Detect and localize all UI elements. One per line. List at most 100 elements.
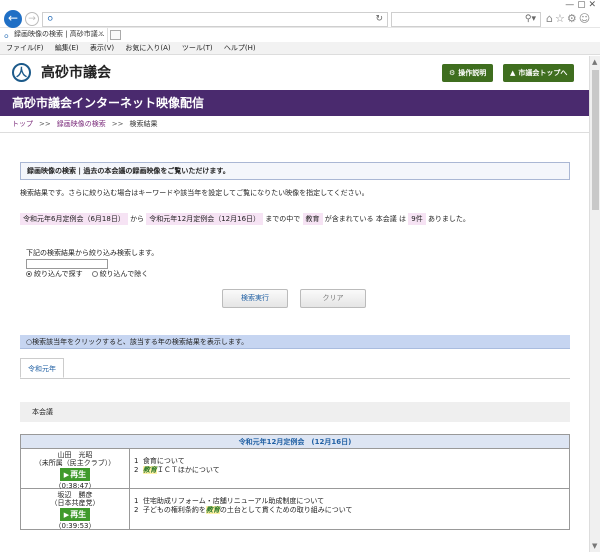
refine-options: 絞り込んで探す 絞り込んで除く — [26, 269, 148, 279]
council-top-button[interactable]: ▲ 市議会トップへ — [503, 64, 575, 82]
breadcrumb-current: 検索結果 — [129, 120, 158, 128]
speaker-cell: 坂辺 勝彦 （日本共産党） ▶再生 （0:39:53） — [21, 489, 130, 530]
forward-arrow-icon[interactable]: → — [25, 12, 39, 26]
play-icon: ▶ — [63, 471, 70, 479]
breadcrumb: トップ >> 録画映像の検索 >> 検索結果 — [0, 116, 589, 133]
council-top-button-label: 市議会トップへ — [518, 69, 568, 77]
browser-tab[interactable]: ⚪ 録画映像の検索 | 高砂市議… ✕ — [0, 28, 108, 42]
browser-search-input[interactable]: ⚲▾ — [391, 12, 541, 27]
topic-item: 2 子どもの権利条約を教育の土台として貫くための取り組みについて — [134, 506, 353, 515]
session-header[interactable]: 令和元年12月定例会 (12月16日) — [21, 435, 569, 449]
search-icon[interactable]: ⚲▾ — [525, 14, 536, 24]
radio-exclude[interactable] — [91, 271, 98, 277]
divider — [20, 378, 570, 379]
table-row: 山田 光昭 （未所属（民主クラブ）） ▶再生 （0:38:47） 1 食育につい… — [21, 449, 569, 490]
table-row: 坂辺 勝彦 （日本共産党） ▶再生 （0:39:53） 1 住宅助成リフォーム・… — [21, 489, 569, 530]
scroll-down-icon[interactable]: ▼ — [592, 542, 597, 550]
refine-label: 下記の検索結果から絞り込み検索します。 — [26, 249, 159, 257]
star-icon[interactable]: ☆ — [555, 12, 567, 25]
topic-text: ＩＣＴほかについて — [156, 466, 220, 474]
tab-reiwa1[interactable]: 令和元年 — [20, 358, 64, 378]
breadcrumb-home[interactable]: トップ — [12, 120, 33, 128]
page-banner: 高砂市議会インターネット映像配信 — [0, 90, 589, 116]
clear-button[interactable]: クリア — [300, 289, 366, 308]
video-duration: （0:39:53） — [54, 522, 96, 530]
topics-cell: 1 住宅助成リフォーム・店舗リニューアル助成制度について 2 子どもの権利条約を… — [134, 497, 353, 515]
radio-include[interactable] — [26, 271, 32, 277]
menu-edit[interactable]: 編集(E) — [55, 44, 79, 52]
menu-tools[interactable]: ツール(T) — [182, 44, 213, 52]
topic-number: 1 — [134, 457, 139, 465]
back-arrow-icon[interactable]: ← — [4, 10, 22, 28]
keyword-highlight: 教育 — [142, 466, 157, 474]
topic-item: 2 教育ＩＣＴほかについて — [134, 466, 220, 475]
smiley-icon[interactable]: ☺ — [579, 12, 592, 25]
menu-view[interactable]: 表示(V) — [90, 44, 114, 52]
close-icon[interactable]: ✕ — [98, 28, 104, 41]
gear-icon: ⚙ — [449, 69, 456, 77]
topic-number: 2 — [134, 506, 139, 514]
criteria-to-suffix: までの中で — [265, 215, 301, 223]
topic-item: 1 住宅助成リフォーム・店舗リニューアル助成制度について — [134, 497, 353, 506]
breadcrumb-separator: >> — [39, 120, 51, 128]
page-content: 高砂市議会 ⚙操作説明 ▲市議会トップへ 高砂市議会インターネット映像配信 トッ… — [0, 56, 589, 552]
criteria-keyword: 教育 — [302, 213, 323, 225]
building-icon: ▲ — [510, 69, 516, 77]
city-logo-icon[interactable] — [12, 63, 31, 82]
refine-input[interactable] — [26, 259, 108, 269]
browser-toolbar: ← → ⚪ ↻ ⚲▾ ⌂☆⚙☺ — ▢ ✕ — [0, 0, 600, 28]
breadcrumb-search[interactable]: 録画映像の検索 — [57, 120, 106, 128]
menu-bar: ファイル(F) 編集(E) 表示(V) お気に入り(A) ツール(T) ヘルプ(… — [0, 42, 600, 55]
topic-text: 食育について — [142, 457, 185, 465]
search-criteria: 令和元年6月定例会（6月18日） から 令和元年12月定例会（12月16日） ま… — [20, 212, 470, 226]
criteria-to: 令和元年12月定例会（12月16日） — [146, 213, 264, 225]
tab-strip: ⚪ 録画映像の検索 | 高砂市議… ✕ — [0, 28, 600, 42]
results-description: 検索結果です。さらに絞り込む場合はキーワードや該当年を設定してご覧になりたい映像… — [20, 189, 369, 197]
play-label: 再生 — [70, 470, 87, 479]
tab-title: 録画映像の検索 | 高砂市議… — [14, 30, 105, 38]
refresh-icon[interactable]: ↻ — [375, 14, 383, 24]
menu-help[interactable]: ヘルプ(H) — [224, 44, 256, 52]
new-tab-button[interactable] — [110, 30, 121, 40]
play-button[interactable]: ▶再生 — [59, 468, 91, 481]
window-controls[interactable]: — ▢ ✕ — [565, 0, 596, 10]
search-execute-button[interactable]: 検索実行 — [222, 289, 288, 308]
topic-text: の土台として貫くための取り組みについて — [219, 506, 353, 514]
topic-text: 住宅助成リフォーム・店舗リニューアル助成制度について — [142, 497, 325, 505]
home-icon[interactable]: ⌂ — [546, 12, 555, 25]
radio-include-label[interactable]: 絞り込んで探す — [34, 270, 83, 278]
speaker-party: （未所属（民主クラブ）） — [34, 459, 116, 467]
help-button[interactable]: ⚙ 操作説明 — [442, 64, 494, 82]
play-button[interactable]: ▶再生 — [59, 508, 91, 521]
topic-number: 2 — [134, 466, 139, 474]
criteria-from: 令和元年6月定例会（6月18日） — [20, 213, 128, 225]
breadcrumb-separator: >> — [111, 120, 124, 128]
menu-favorites[interactable]: お気に入り(A) — [125, 44, 170, 52]
play-icon: ▶ — [63, 511, 70, 519]
speaker-name: 山田 光昭 — [57, 451, 93, 459]
scrollbar-thumb[interactable] — [592, 70, 599, 210]
gear-icon[interactable]: ⚙ — [567, 12, 579, 25]
info-heading: 録画映像の検索 | 過去の本会議の録画映像をご覧いただけます。 — [20, 162, 570, 180]
topic-item: 1 食育について — [134, 457, 220, 466]
criteria-count-suffix: ありました。 — [427, 215, 470, 223]
vertical-scrollbar[interactable]: ▲ ▼ — [589, 56, 600, 552]
speaker-name: 坂辺 勝彦 — [57, 491, 93, 499]
criteria-meeting: 本会議 — [375, 215, 397, 223]
browser-icons: ⌂☆⚙☺ — [546, 12, 592, 25]
topics-cell: 1 食育について 2 教育ＩＣＴほかについて — [134, 457, 220, 475]
speaker-cell: 山田 光昭 （未所属（民主クラブ）） ▶再生 （0:38:47） — [21, 449, 130, 490]
site-name[interactable]: 高砂市議会 — [41, 62, 111, 82]
council-section-header: 本会議 — [20, 402, 570, 422]
site-header: 高砂市議会 ⚙操作説明 ▲市議会トップへ — [0, 56, 589, 89]
scroll-up-icon[interactable]: ▲ — [592, 58, 597, 66]
topic-text: 子どもの権利条約を — [142, 506, 206, 514]
criteria-count: 9件 — [408, 213, 426, 225]
keyword-highlight: 教育 — [205, 506, 220, 514]
address-bar[interactable]: ⚪ ↻ — [42, 12, 388, 27]
results-table: 令和元年12月定例会 (12月16日) 山田 光昭 （未所属（民主クラブ）） ▶… — [20, 434, 570, 530]
radio-exclude-label[interactable]: 絞り込んで除く — [100, 270, 149, 278]
help-button-label: 操作説明 — [458, 69, 487, 77]
menu-file[interactable]: ファイル(F) — [6, 44, 44, 52]
criteria-from-suffix: から — [130, 215, 145, 223]
